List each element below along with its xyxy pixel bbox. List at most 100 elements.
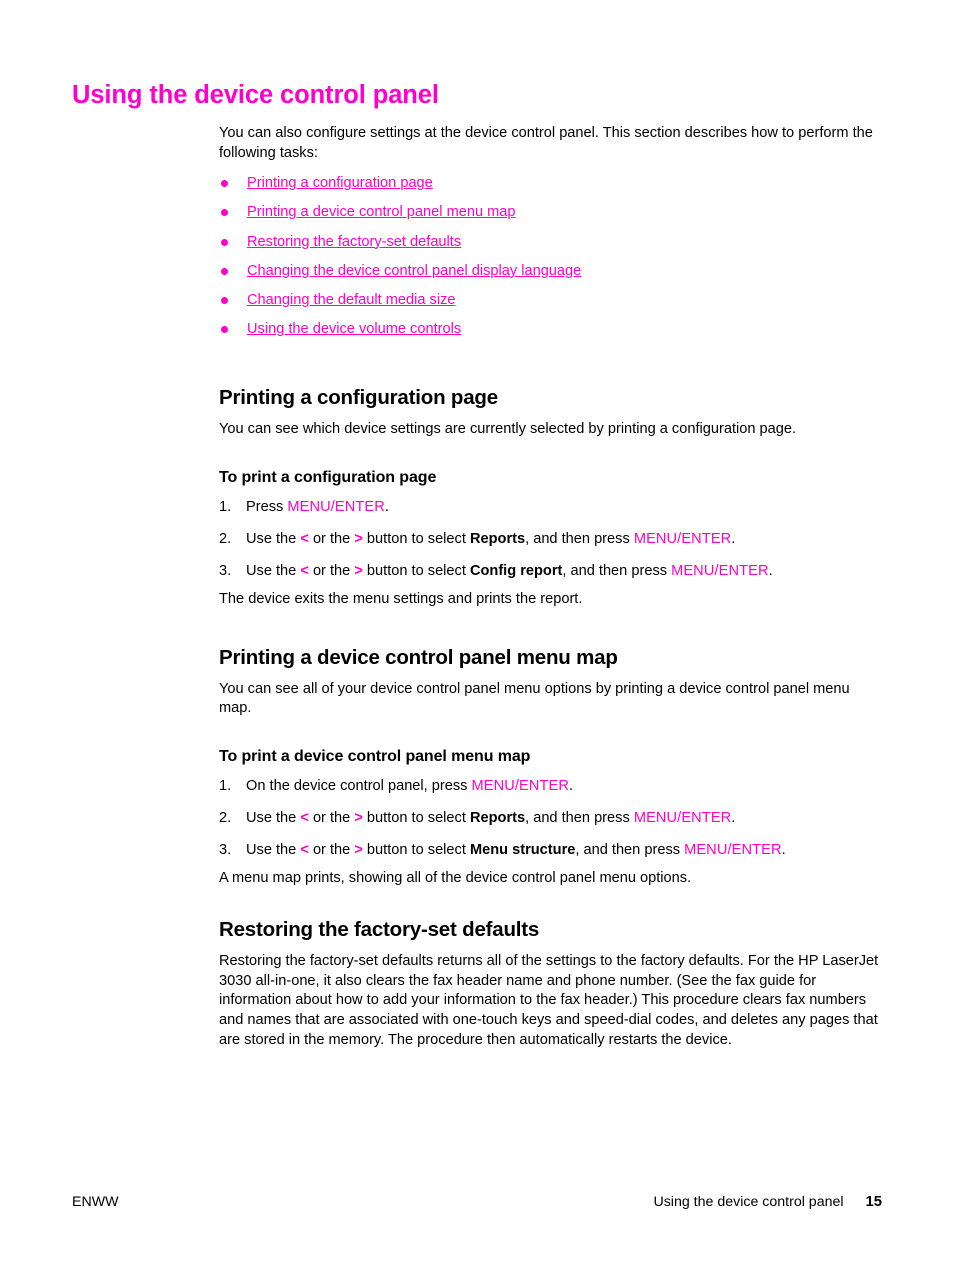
- footer-running-head: Using the device control panel: [653, 1194, 844, 1210]
- right-arrow-icon: >: [354, 809, 363, 826]
- section-body-factory-defaults: Restoring the factory-set defaults retur…: [219, 953, 879, 1048]
- footer-locale-code: ENWW: [72, 1194, 119, 1210]
- key-label-menu-enter: MENU/ENTER: [471, 777, 570, 794]
- step-list-config-page: 1. Press MENU/ENTER. 2. Use the < or the >…: [219, 498, 883, 581]
- ui-menu-item-reports: Reports: [469, 530, 526, 547]
- list-item: 2. Use the < or the > button to select Re…: [219, 809, 883, 828]
- step-text: Use the: [246, 530, 301, 547]
- list-item: Printing a configuration page: [219, 175, 883, 191]
- bullet-icon: [221, 180, 228, 188]
- step-text: or the: [308, 809, 355, 826]
- step-text-end: .: [569, 777, 574, 794]
- bullet-icon: [221, 238, 228, 246]
- link-changing-the-device-control-panel-display-language[interactable]: Changing the device control panel displa…: [247, 263, 581, 279]
- step-text: or the: [308, 562, 355, 579]
- ui-menu-item-menu-structure: Menu structure: [469, 841, 576, 858]
- step-text: , and then press: [575, 841, 685, 858]
- list-item: 3. Use the < or the > button to select Me…: [219, 841, 883, 860]
- list-item: Restoring the factory-set defaults: [219, 234, 883, 250]
- section-heading-printing-a-configuration-page: Printing a configuration page: [219, 386, 498, 410]
- step-text-end: .: [384, 498, 389, 515]
- step-text: Use the: [246, 562, 301, 579]
- step-text: , and then press: [562, 562, 672, 579]
- step-text-end: .: [781, 841, 786, 858]
- key-label-menu-enter: MENU/ENTER: [633, 530, 732, 547]
- section-heading-printing-a-device-control-panel-menu-map: Printing a device control panel menu map: [219, 645, 618, 669]
- bullet-icon: [221, 209, 228, 217]
- list-item: Changing the device control panel displa…: [219, 263, 883, 279]
- page-title: Using the device control panel: [72, 81, 439, 110]
- list-item: 1. Press MENU/ENTER.: [219, 498, 883, 517]
- intro-paragraph: You can also configure settings at the d…: [219, 125, 873, 161]
- section-link-list: Printing a configuration page Printing a…: [219, 175, 883, 337]
- step-text: Press: [246, 498, 288, 515]
- link-using-the-device-volume-controls[interactable]: Using the device volume controls: [247, 321, 461, 337]
- list-item: 2. Use the < or the > button to select Re…: [219, 530, 883, 549]
- left-arrow-icon: <: [300, 562, 309, 579]
- right-arrow-icon: >: [354, 562, 363, 579]
- step-list-menu-map: 1. On the device control panel, press MEN…: [219, 777, 883, 860]
- link-printing-a-configuration-page[interactable]: Printing a configuration page: [247, 175, 433, 191]
- bullet-icon: [221, 296, 228, 304]
- sub-heading-to-print-a-configuration-page: To print a configuration page: [219, 468, 437, 486]
- link-restoring-the-factory-set-defaults[interactable]: Restoring the factory-set defaults: [247, 234, 461, 250]
- list-item: Changing the default media size: [219, 292, 883, 308]
- link-changing-the-default-media-size[interactable]: Changing the default media size: [247, 292, 456, 308]
- page-footer: ENWW Using the device control panel 15: [72, 1192, 882, 1212]
- key-label-menu-enter: MENU/ENTER: [287, 498, 385, 515]
- step-text-end: .: [768, 562, 773, 579]
- key-label-menu-enter: MENU/ENTER: [633, 809, 732, 826]
- list-item: Using the device volume controls: [219, 321, 883, 337]
- step-text: button to select: [362, 809, 470, 826]
- step-text: Use the: [246, 809, 301, 826]
- section-tail-config-page: The device exits the menu settings and p…: [219, 590, 583, 607]
- right-arrow-icon: >: [354, 530, 363, 547]
- right-arrow-icon: >: [354, 841, 363, 858]
- step-text: button to select: [362, 530, 470, 547]
- content-column: You can also configure settings at the d…: [219, 124, 883, 1050]
- sub-heading-to-print-a-device-control-panel-menu-map: To print a device control panel menu map: [219, 747, 531, 765]
- list-item: 1. On the device control panel, press MEN…: [219, 777, 883, 796]
- section-heading-restoring-the-factory-set-defaults: Restoring the factory-set defaults: [219, 918, 540, 942]
- left-arrow-icon: <: [300, 809, 309, 826]
- link-printing-a-device-control-panel-menu-map[interactable]: Printing a device control panel menu map: [247, 204, 516, 220]
- key-label-menu-enter: MENU/ENTER: [684, 841, 782, 858]
- section-intro-config-page: You can see which device settings are cu…: [219, 421, 797, 438]
- step-text: button to select: [362, 841, 470, 858]
- left-arrow-icon: <: [300, 530, 309, 547]
- step-text: Use the: [246, 841, 301, 858]
- step-text: or the: [308, 841, 355, 858]
- ui-menu-item-reports: Reports: [469, 809, 526, 826]
- left-arrow-icon: <: [300, 841, 309, 858]
- page-number: 15: [865, 1194, 882, 1210]
- step-text: , and then press: [525, 809, 634, 826]
- list-item: 3. Use the < or the > button to select Co…: [219, 562, 883, 581]
- step-text: button to select: [362, 562, 470, 579]
- key-label-menu-enter: MENU/ENTER: [671, 562, 769, 579]
- step-number: 3.: [219, 841, 232, 858]
- step-number: 2.: [219, 809, 232, 826]
- bullet-icon: [221, 267, 228, 275]
- section-tail-menu-map: A menu map prints, showing all of the de…: [219, 869, 692, 886]
- bullet-icon: [221, 326, 228, 334]
- ui-menu-item-config-report: Config report: [469, 562, 563, 579]
- step-number: 1.: [219, 498, 232, 515]
- step-text: or the: [308, 530, 355, 547]
- step-text-end: .: [731, 530, 736, 547]
- step-number: 3.: [219, 562, 232, 579]
- step-text-end: .: [731, 809, 736, 826]
- document-page: Using the device control panel You can a…: [0, 0, 954, 1270]
- footer-right-group: Using the device control panel 15: [653, 1192, 882, 1212]
